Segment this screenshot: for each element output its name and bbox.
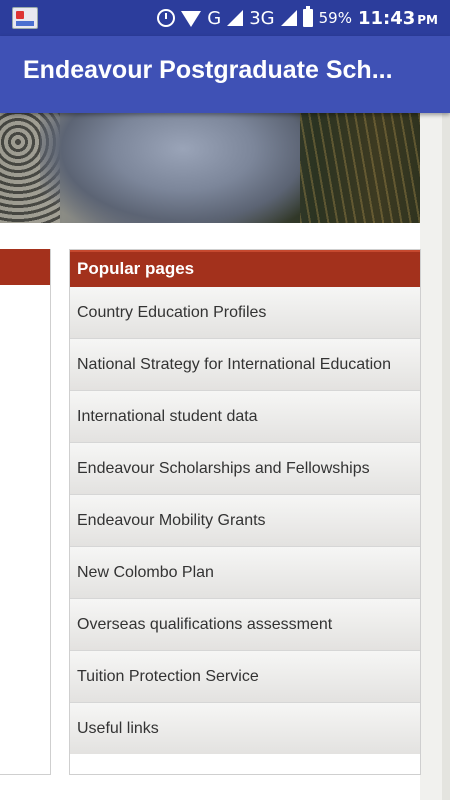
popular-link-endeavour-mobility-grants[interactable]: Endeavour Mobility Grants <box>70 495 420 547</box>
page-title: Endeavour Postgraduate Sch... <box>23 56 393 84</box>
app-bar: Endeavour Postgraduate Sch... <box>0 36 450 113</box>
network-type-label: G <box>207 7 222 29</box>
wifi-icon <box>181 11 202 27</box>
popular-link-overseas-qualifications[interactable]: Overseas qualifications assessment <box>70 599 420 651</box>
popular-pages-header: Popular pages <box>70 250 420 287</box>
hero-image-person <box>40 113 300 223</box>
popular-link-endeavour-scholarships[interactable]: Endeavour Scholarships and Fellowships <box>70 443 420 495</box>
signal-icon-secondary <box>280 10 297 26</box>
left-panel-header <box>0 249 50 285</box>
notification-app-icon <box>12 7 38 29</box>
clock-time: 11:43 <box>357 7 416 29</box>
clock-ampm: PM <box>417 12 438 27</box>
popular-link-national-strategy[interactable]: National Strategy for International Educ… <box>70 339 420 391</box>
left-content-panel <box>0 249 51 775</box>
popular-link-tuition-protection-service[interactable]: Tuition Protection Service <box>70 651 420 703</box>
alarm-icon <box>157 9 176 27</box>
hero-image <box>0 113 420 223</box>
battery-icon <box>302 6 313 27</box>
popular-link-useful-links[interactable]: Useful links <box>70 703 420 754</box>
status-bar-indicators: G 3G 59% 11:43 PM <box>157 0 438 36</box>
network-type-label-secondary: 3G <box>249 7 275 29</box>
popular-link-new-colombo-plan[interactable]: New Colombo Plan <box>70 547 420 599</box>
popular-link-country-education-profiles[interactable]: Country Education Profiles <box>70 287 420 339</box>
battery-percent: 59% <box>318 9 352 27</box>
popular-pages-panel: Popular pages Country Education Profiles… <box>69 249 421 775</box>
page-side-gutter <box>420 113 450 800</box>
signal-icon <box>227 10 244 26</box>
status-bar: G 3G 59% 11:43 PM <box>0 0 450 36</box>
hero-image-grass <box>300 113 420 223</box>
popular-link-international-student-data[interactable]: International student data <box>70 391 420 443</box>
web-content[interactable]: Popular pages Country Education Profiles… <box>0 113 450 800</box>
